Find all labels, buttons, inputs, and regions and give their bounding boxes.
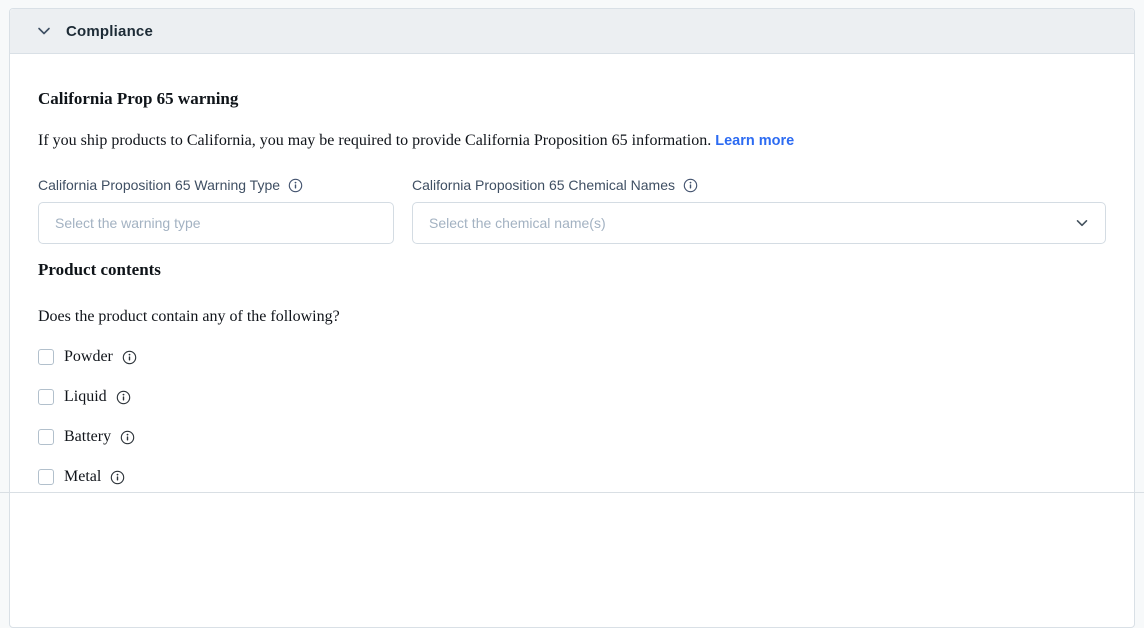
chemical-names-label: California Proposition 65 Chemical Names (412, 177, 1106, 193)
compliance-section-panel: Compliance California Prop 65 warning If… (9, 8, 1135, 628)
chemical-names-field-group: California Proposition 65 Chemical Names (412, 177, 1106, 244)
info-icon[interactable] (288, 178, 303, 193)
compliance-content: California Prop 65 warning If you ship p… (10, 54, 1134, 486)
prop65-description: If you ship products to California, you … (38, 131, 1106, 151)
warning-type-input-wrap (38, 202, 394, 244)
prop65-heading: California Prop 65 warning (38, 89, 1106, 109)
checkbox-label[interactable]: Liquid (64, 388, 131, 406)
learn-more-link[interactable]: Learn more (715, 133, 794, 149)
option-row-liquid[interactable]: Liquid (38, 388, 1106, 406)
chevron-down-icon[interactable] (36, 23, 52, 39)
option-row-battery[interactable]: Battery (38, 428, 1106, 446)
info-icon[interactable] (122, 350, 137, 365)
checkbox-metal[interactable] (38, 469, 54, 485)
prop65-description-text: If you ship products to California, you … (38, 132, 711, 149)
info-icon[interactable] (116, 390, 131, 405)
option-row-powder[interactable]: Powder (38, 348, 1106, 366)
checkbox-label-text: Powder (64, 348, 113, 366)
chemical-names-label-text: California Proposition 65 Chemical Names (412, 177, 675, 193)
warning-type-input[interactable] (38, 202, 394, 244)
product-contents-question: Does the product contain any of the foll… (38, 307, 1106, 326)
info-icon[interactable] (120, 430, 135, 445)
option-row-metal[interactable]: Metal (38, 468, 1106, 486)
checkbox-powder[interactable] (38, 349, 54, 365)
next-section-divider (0, 492, 1144, 493)
checkbox-label[interactable]: Battery (64, 428, 135, 446)
section-title: Compliance (66, 23, 153, 40)
checkbox-liquid[interactable] (38, 389, 54, 405)
warning-type-field-group: California Proposition 65 Warning Type (38, 177, 394, 244)
product-contents-options: Powder Liquid (38, 348, 1106, 486)
checkbox-label[interactable]: Metal (64, 468, 125, 486)
warning-type-label: California Proposition 65 Warning Type (38, 177, 394, 193)
checkbox-label-text: Liquid (64, 388, 107, 406)
compliance-section-header[interactable]: Compliance (10, 9, 1134, 54)
info-icon[interactable] (683, 178, 698, 193)
checkbox-battery[interactable] (38, 429, 54, 445)
checkbox-label-text: Battery (64, 428, 111, 446)
chemical-names-select[interactable] (412, 202, 1106, 244)
checkbox-label-text: Metal (64, 468, 101, 486)
chemical-names-select-wrap (412, 202, 1106, 244)
prop65-fields-row: California Proposition 65 Warning Type (38, 177, 1106, 244)
info-icon[interactable] (110, 470, 125, 485)
warning-type-label-text: California Proposition 65 Warning Type (38, 177, 280, 193)
product-contents-heading: Product contents (38, 260, 1106, 280)
checkbox-label[interactable]: Powder (64, 348, 137, 366)
